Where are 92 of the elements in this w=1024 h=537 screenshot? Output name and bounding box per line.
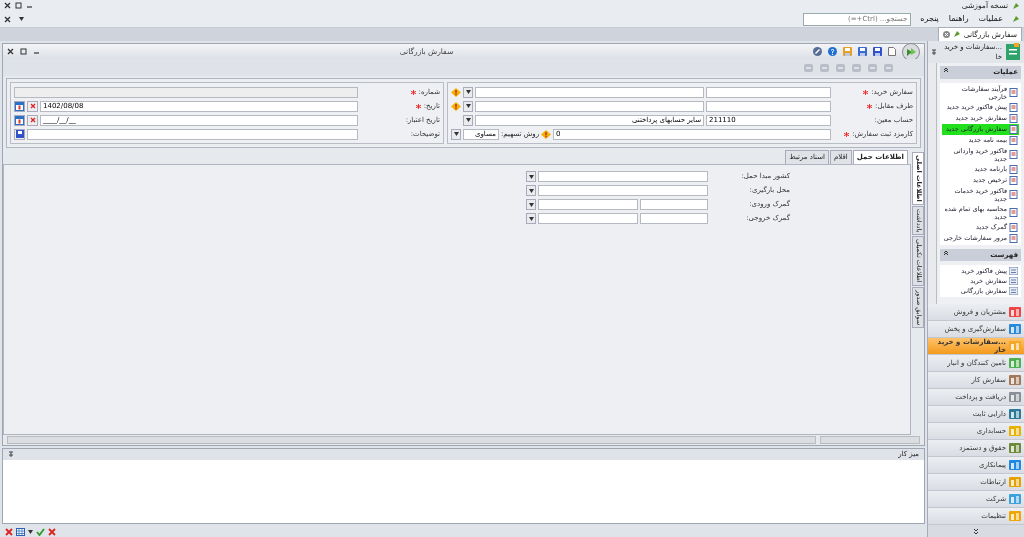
tile-icon — [1008, 459, 1022, 471]
close-icon[interactable] — [4, 2, 11, 9]
caret-icon — [465, 104, 471, 108]
dropdown-button[interactable] — [451, 128, 461, 140]
caret-icon[interactable] — [28, 529, 33, 534]
tile-icon — [1008, 323, 1022, 335]
caret-icon — [465, 90, 471, 94]
caret-icon — [465, 118, 471, 122]
caret-icon — [528, 202, 534, 207]
caret-icon — [528, 216, 534, 221]
dropdown-button[interactable] — [463, 114, 473, 126]
calendar-icon — [15, 115, 24, 125]
document-icon — [1009, 124, 1018, 134]
input-field[interactable] — [14, 86, 358, 98]
document-icon — [1009, 164, 1018, 174]
tile-icon — [1008, 510, 1022, 522]
clear-button[interactable] — [27, 100, 38, 112]
pin-icon[interactable] — [8, 451, 14, 458]
tile-icon — [1008, 442, 1022, 454]
save-icon[interactable] — [858, 47, 867, 56]
tile-icon — [1008, 391, 1022, 403]
list-icon[interactable] — [1009, 277, 1018, 285]
collapse-icon[interactable] — [943, 249, 949, 256]
dropdown-button[interactable] — [463, 100, 473, 112]
menu-item[interactable]: راهنما — [947, 13, 970, 25]
input-field[interactable] — [475, 100, 704, 112]
chevron-icon[interactable] — [973, 527, 979, 535]
tile-icon — [1008, 340, 1022, 352]
calendar-button[interactable] — [14, 100, 25, 112]
page-icon[interactable] — [888, 47, 896, 56]
tile-icon — [1008, 408, 1022, 420]
pencil-icon[interactable] — [813, 47, 822, 56]
pin-icon[interactable] — [931, 48, 937, 56]
input-field[interactable] — [538, 199, 638, 210]
document-icon — [1009, 113, 1018, 123]
clear-button[interactable] — [27, 114, 38, 126]
help-icon[interactable] — [828, 47, 837, 56]
scrollbar[interactable] — [820, 436, 920, 444]
calendar-button[interactable] — [14, 114, 25, 126]
input-field[interactable] — [640, 213, 708, 224]
input-field[interactable] — [706, 100, 831, 112]
dropdown-button[interactable] — [526, 185, 536, 196]
collapse-icon[interactable] — [943, 67, 949, 73]
input-field[interactable] — [475, 86, 704, 98]
dropdown-button[interactable] — [463, 86, 473, 98]
dropdown-button[interactable] — [526, 171, 536, 182]
menu-item[interactable]: عملیات — [977, 13, 1004, 25]
document-icon — [1009, 88, 1018, 97]
tile-icon — [1008, 425, 1022, 437]
caret-icon — [528, 174, 534, 179]
grid-icon[interactable] — [16, 527, 25, 536]
clear-icon — [29, 117, 36, 123]
input-field[interactable] — [538, 213, 638, 224]
scrollbar[interactable] — [928, 63, 937, 304]
input-field[interactable] — [27, 128, 358, 140]
tile-icon — [1008, 306, 1022, 318]
document-icon — [1009, 102, 1018, 112]
calendar-icon — [15, 101, 24, 111]
input-field[interactable] — [538, 185, 708, 196]
document-icon — [1009, 222, 1018, 232]
caret-icon — [453, 132, 459, 136]
dropdown-button[interactable] — [526, 199, 536, 210]
clear-icon — [29, 103, 36, 109]
save-icon — [15, 130, 24, 138]
list-icon[interactable] — [1009, 287, 1018, 295]
tile-icon — [1008, 493, 1022, 505]
maximize-icon[interactable] — [20, 48, 27, 55]
maximize-icon[interactable] — [15, 2, 22, 9]
document-icon — [1009, 208, 1018, 217]
close-icon[interactable] — [7, 48, 14, 55]
scrollbar[interactable] — [7, 436, 816, 444]
document-icon — [1009, 135, 1018, 145]
menu-item[interactable]: پنجره — [919, 13, 940, 25]
document-icon — [1009, 190, 1018, 199]
dropdown-button[interactable] — [526, 213, 536, 224]
input-field[interactable] — [706, 86, 831, 98]
document-icon — [1005, 43, 1021, 61]
document-icon — [1009, 150, 1018, 159]
input-field[interactable] — [640, 199, 708, 210]
input-field[interactable] — [538, 171, 708, 182]
save-button[interactable] — [14, 128, 25, 140]
check-icon[interactable] — [36, 527, 45, 536]
document-icon — [1009, 175, 1018, 185]
tile-icon — [1008, 357, 1022, 369]
save-icon[interactable] — [873, 47, 882, 56]
tile-icon — [1008, 374, 1022, 386]
leaf-icon — [952, 30, 961, 39]
tile-icon — [1008, 476, 1022, 488]
list-icon[interactable] — [1009, 267, 1018, 275]
close-icon[interactable] — [4, 15, 11, 23]
caret-icon[interactable] — [19, 17, 24, 21]
caret-icon — [528, 188, 534, 193]
